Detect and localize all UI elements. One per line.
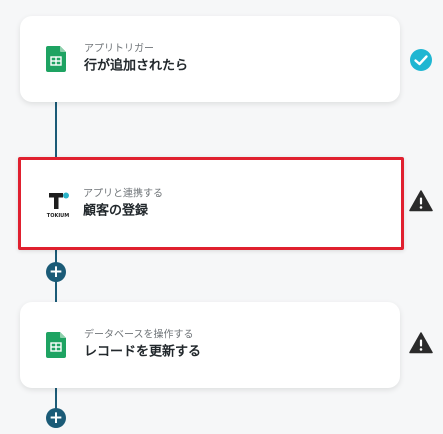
- step-text: アプリと連携する 顧客の登録: [83, 187, 163, 220]
- flow-step-database[interactable]: データベースを操作する レコードを更新する: [20, 302, 400, 388]
- add-step-button[interactable]: +: [46, 408, 66, 428]
- step-subtitle: アプリと連携する: [83, 188, 163, 199]
- check-circle-icon: [409, 48, 433, 72]
- flow-step-trigger[interactable]: アプリトリガー 行が追加されたら: [20, 16, 400, 102]
- step-subtitle: データベースを操作する: [84, 329, 194, 341]
- tokium-logo-icon: TOKIUM: [45, 189, 71, 219]
- warning-icon: [409, 331, 433, 355]
- google-sheets-icon: [46, 46, 66, 72]
- step-title: レコードを更新する: [84, 344, 202, 360]
- warning-icon: [409, 189, 433, 213]
- step-text: データベースを操作する レコードを更新する: [84, 329, 201, 362]
- step-subtitle: アプリトリガー: [84, 43, 154, 55]
- flow-connector: [55, 102, 57, 157]
- flow-step-app-action[interactable]: TOKIUM アプリと連携する 顧客の登録: [18, 157, 404, 250]
- step-text: アプリトリガー 行が追加されたら: [84, 43, 188, 76]
- tokium-wordmark: TOKIUM: [47, 213, 69, 219]
- step-title: 行が追加されたら: [84, 58, 189, 74]
- google-sheets-icon: [46, 332, 66, 358]
- step-title: 顧客の登録: [83, 203, 149, 218]
- add-step-button[interactable]: +: [46, 262, 66, 282]
